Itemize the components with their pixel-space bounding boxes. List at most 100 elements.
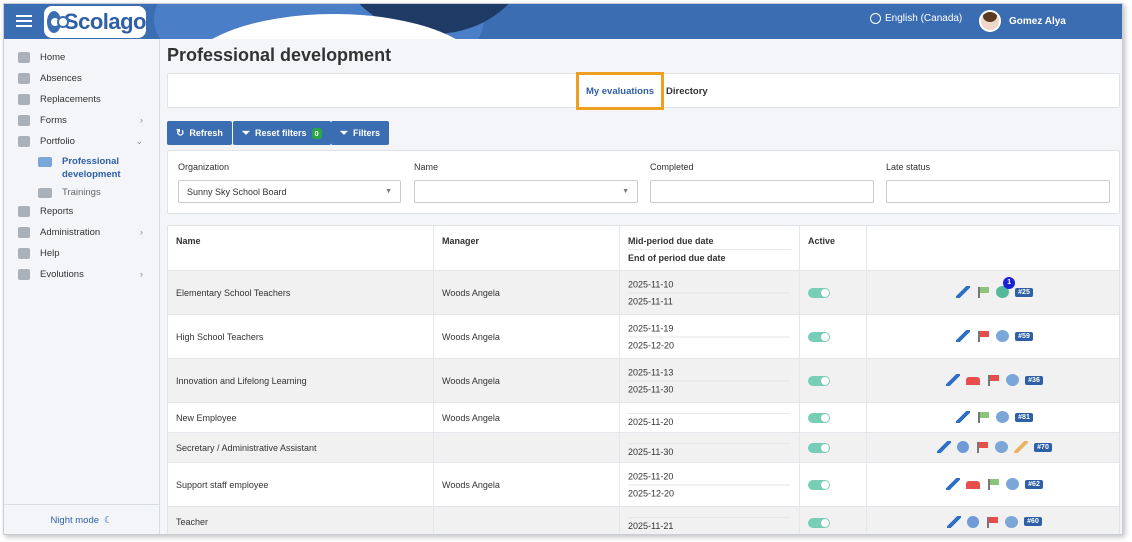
row-manager: Woods Angela	[442, 375, 500, 386]
language-label: English (Canada)	[885, 13, 963, 24]
organization-select[interactable]: Sunny Sky School Board ▼	[178, 180, 401, 203]
comment-icon[interactable]	[995, 441, 1009, 453]
active-toggle[interactable]	[808, 443, 830, 453]
trophy-icon	[18, 136, 30, 147]
mid-period-date: 2025-11-19	[628, 323, 674, 333]
reset-filters-count: 0	[311, 127, 322, 139]
red-flag-icon[interactable]	[986, 374, 1000, 386]
table-row[interactable]: Elementary School Teachers Woods Angela 2…	[168, 270, 1119, 314]
red-flag-icon[interactable]	[976, 330, 990, 342]
active-toggle[interactable]	[808, 480, 830, 490]
sidebar-item-administration[interactable]: Administration ›	[4, 222, 159, 243]
row-manager: Woods Angela	[442, 331, 500, 342]
table-row[interactable]: Innovation and Lifelong Learning Woods An…	[168, 358, 1119, 402]
chevron-right-icon: ›	[140, 115, 143, 125]
row-name: Teacher	[176, 517, 209, 527]
pencil-icon[interactable]	[947, 515, 962, 528]
table-row[interactable]: Teacher 2025-11-21 #60	[168, 506, 1119, 534]
question-icon	[18, 248, 30, 259]
night-mode-toggle[interactable]: Night mode ☾	[4, 504, 159, 534]
green-flag-icon[interactable]	[986, 478, 1000, 490]
evaluation-number-badge[interactable]: #60	[1024, 517, 1042, 526]
user-icon[interactable]	[957, 441, 970, 453]
evaluation-number-badge[interactable]: #81	[1015, 412, 1033, 422]
pencil-icon[interactable]	[946, 478, 961, 490]
completed-field[interactable]	[650, 180, 874, 203]
hamburger-menu-icon[interactable]	[16, 12, 32, 30]
owl-logo-icon	[47, 11, 69, 33]
scolago-logo[interactable]: Scolago	[44, 6, 147, 38]
row-manager: Woods Angela	[442, 287, 500, 298]
late-status-field[interactable]	[886, 180, 1110, 203]
column-header-name[interactable]: Name	[168, 226, 434, 270]
sidebar-item-professional-development[interactable]: Professional development	[4, 152, 159, 184]
alarm-icon[interactable]	[966, 377, 981, 385]
comment-icon[interactable]	[1005, 515, 1019, 528]
green-flag-icon[interactable]	[976, 286, 990, 298]
filters-button[interactable]: ⏷ Filters	[331, 121, 390, 145]
column-header-manager[interactable]: Manager	[434, 226, 620, 270]
red-flag-icon[interactable]	[985, 516, 999, 528]
sidebar-item-evolutions[interactable]: Evolutions ›	[4, 264, 159, 285]
table-row[interactable]: High School Teachers Woods Angela 2025-11…	[168, 314, 1119, 358]
cell-due-dates: 2025-11-19 2025-12-20	[620, 315, 800, 358]
cell-active	[800, 271, 867, 314]
app-window: Scolago English (Canada) Gomez Alya Home…	[3, 3, 1123, 535]
mid-period-date: 2025-11-10	[628, 279, 674, 289]
cell-due-dates: 2025-11-21	[620, 507, 800, 534]
chevron-down-icon: ⌄	[135, 136, 143, 146]
comment-icon[interactable]	[996, 411, 1010, 423]
table-row[interactable]: New Employee Woods Angela 2025-11-20 #81	[168, 402, 1119, 432]
red-flag-icon[interactable]	[975, 441, 989, 453]
evaluation-number-badge[interactable]: #62	[1025, 479, 1043, 489]
name-select[interactable]: ▼	[414, 180, 638, 203]
sidebar-item-help[interactable]: Help	[4, 243, 159, 264]
globe-icon	[870, 13, 881, 24]
active-toggle[interactable]	[808, 376, 830, 386]
green-flag-icon[interactable]	[976, 411, 990, 423]
tab-directory[interactable]: Directory	[666, 86, 708, 97]
active-toggle[interactable]	[808, 413, 830, 423]
table-row[interactable]: Secretary / Administrative Assistant 202…	[168, 432, 1119, 462]
pen-cross-icon[interactable]	[1014, 441, 1029, 453]
language-selector[interactable]: English (Canada)	[870, 13, 962, 24]
pencil-icon[interactable]	[946, 374, 961, 386]
sidebar-item-home[interactable]: Home	[4, 47, 159, 68]
pencil-icon[interactable]	[956, 330, 971, 342]
graduation-cap-icon	[38, 187, 52, 198]
pencil-icon[interactable]	[956, 411, 971, 423]
chevron-right-icon: ›	[140, 269, 143, 279]
evaluation-number-badge[interactable]: #59	[1015, 331, 1033, 341]
pencil-icon[interactable]	[937, 441, 952, 453]
evaluation-number-badge[interactable]: #70	[1034, 442, 1052, 452]
cell-manager	[434, 507, 620, 534]
comment-icon[interactable]	[1006, 374, 1020, 386]
pencil-icon[interactable]	[956, 286, 971, 298]
active-toggle[interactable]	[808, 517, 830, 528]
comment-icon[interactable]: 1	[996, 277, 1016, 298]
sidebar-item-portfolio[interactable]: Portfolio ⌄	[4, 131, 159, 152]
sidebar-item-absences[interactable]: Absences	[4, 68, 159, 89]
user-icon[interactable]	[967, 515, 980, 528]
refresh-button[interactable]: ↻ Refresh	[167, 121, 232, 145]
evaluation-number-badge[interactable]: #36	[1025, 375, 1043, 385]
sidebar-item-reports[interactable]: Reports	[4, 201, 159, 222]
comment-icon[interactable]	[1006, 478, 1020, 490]
active-toggle[interactable]	[808, 288, 830, 298]
sidebar-item-replacements[interactable]: Replacements	[4, 89, 159, 110]
tab-my-evaluations[interactable]: My evaluations	[576, 72, 664, 110]
user-menu[interactable]: Gomez Alya	[979, 10, 1066, 32]
comment-icon[interactable]	[996, 330, 1010, 342]
column-header-active[interactable]: Active	[800, 226, 867, 270]
sidebar-item-trainings[interactable]: Trainings	[4, 184, 159, 201]
reset-filters-button[interactable]: ⏷ Reset filters 0	[233, 121, 331, 145]
active-toggle[interactable]	[808, 332, 830, 342]
table-row[interactable]: Support staff employee Woods Angela 2025-…	[168, 462, 1119, 506]
sidebar-item-forms[interactable]: Forms ›	[4, 110, 159, 131]
chevron-down-icon: ▼	[622, 188, 629, 195]
alarm-icon[interactable]	[966, 481, 981, 489]
reports-icon	[18, 206, 30, 217]
evaluation-number-badge[interactable]: #25	[1015, 287, 1033, 297]
column-header-due-dates[interactable]: Mid-period due date End of period due da…	[620, 226, 800, 270]
row-manager: Woods Angela	[442, 479, 500, 490]
